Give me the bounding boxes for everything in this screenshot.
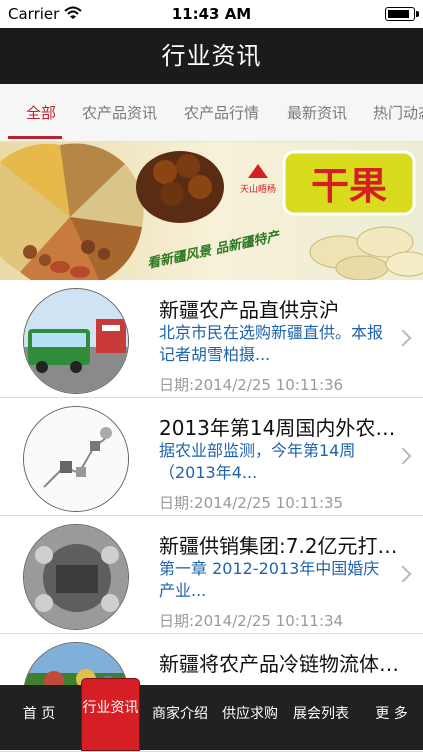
news-thumbnail	[23, 524, 129, 630]
news-title: 2013年第14周国内外农产品市场动态	[159, 412, 414, 441]
news-list: 新疆农产品直供京沪 北京市民在选购新疆直供。本报记者胡雪柏摄... 日期:201…	[0, 280, 423, 752]
tab-latest-news[interactable]: 最新资讯	[287, 84, 347, 142]
news-title: 新疆供销集团:7.2亿元打造农产品物流中心	[159, 530, 414, 559]
news-thumbnail	[23, 288, 129, 394]
news-title: 新疆将农产品冷链物流体系建设	[159, 648, 414, 677]
banner-artwork: 天山晤杨 干果 看新疆风景 品新疆特产	[0, 142, 423, 280]
promo-banner[interactable]: 天山晤杨 干果 看新疆风景 品新疆特产	[0, 142, 423, 280]
banner-brand: 天山晤杨	[240, 183, 276, 195]
bottom-tab-bar: 首 页 行业资讯 商家介绍 供应求购 展会列表 更 多	[0, 685, 423, 750]
tabbar-item-industry-news[interactable]: 行业资讯	[82, 679, 139, 750]
category-tabs: 全部 农产品资讯 农产品行情 最新资讯 热门动态	[0, 84, 423, 142]
tab-hot-topics[interactable]: 热门动态	[373, 84, 423, 142]
chevron-right-icon	[395, 566, 412, 583]
list-item[interactable]: 新疆供销集团:7.2亿元打造农产品物流中心 第一章 2012-2013年中国婚庆…	[0, 516, 423, 634]
news-title: 新疆农产品直供京沪	[159, 294, 414, 323]
tabbar-item-supply-demand[interactable]: 供应求购	[215, 685, 285, 750]
news-summary: 北京市民在选购新疆直供。本报记者胡雪柏摄...	[159, 322, 391, 366]
tabbar-item-exhibitions[interactable]: 展会列表	[285, 685, 357, 750]
chevron-right-icon	[395, 448, 412, 465]
tab-active-indicator	[8, 136, 62, 139]
clock: 11:43 AM	[0, 5, 423, 23]
battery-fill	[388, 10, 409, 18]
page-title: 行业资讯	[162, 42, 262, 70]
news-date: 日期:2014/2/25 10:11:36	[159, 374, 343, 395]
tabbar-item-more[interactable]: 更 多	[360, 685, 423, 750]
news-date: 日期:2014/2/25 10:11:35	[159, 492, 343, 513]
chevron-right-icon	[395, 330, 412, 347]
battery-icon	[385, 7, 415, 21]
news-thumbnail	[23, 406, 129, 512]
list-item[interactable]: 2013年第14周国内外农产品市场动态 据农业部监测，今年第14周（2013年4…	[0, 398, 423, 516]
tab-agri-market[interactable]: 农产品行情	[184, 84, 259, 142]
nav-bar: 行业资讯	[0, 28, 423, 84]
tab-all[interactable]: 全部	[26, 84, 56, 142]
news-summary: 第一章 2012-2013年中国婚庆产业...	[159, 558, 391, 602]
tabbar-item-merchants[interactable]: 商家介绍	[145, 685, 215, 750]
news-date: 日期:2014/2/25 10:11:34	[159, 610, 343, 631]
news-summary: 据农业部监测，今年第14周（2013年4...	[159, 440, 391, 484]
tab-agri-news[interactable]: 农产品资讯	[82, 84, 157, 142]
status-bar: Carrier 11:43 AM	[0, 0, 423, 28]
list-item[interactable]: 新疆农产品直供京沪 北京市民在选购新疆直供。本报记者胡雪柏摄... 日期:201…	[0, 280, 423, 398]
banner-headline: 干果	[311, 164, 387, 208]
tabbar-item-home[interactable]: 首 页	[0, 685, 78, 750]
